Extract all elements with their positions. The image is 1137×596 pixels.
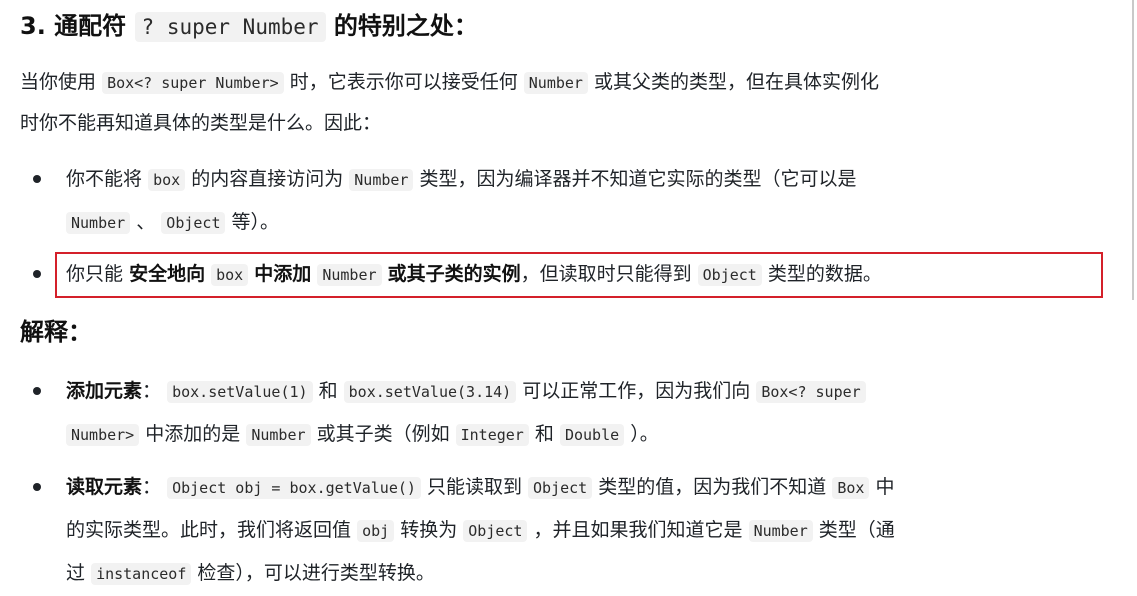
bold-text: 读取元素 (66, 476, 143, 498)
item-text: 你不能将 (66, 168, 143, 190)
item-text: ： (142, 476, 162, 498)
heading-code: ? super Number (134, 12, 326, 42)
inline-code: Number (349, 169, 414, 191)
inline-code: instanceof (91, 563, 192, 585)
item-text: 只能读取到 (426, 476, 522, 498)
inline-code: Box (832, 477, 870, 499)
section-heading: 3. 通配符 ? super Number 的特别之处： (20, 6, 478, 47)
inline-code: box.setValue(1) (167, 381, 313, 403)
item-text: ： (142, 380, 162, 402)
inline-code: Integer (455, 424, 529, 446)
inline-code: Number> (66, 424, 140, 446)
item-text: 过 (66, 562, 86, 584)
inline-code: Number (246, 424, 311, 446)
bullet-icon (33, 483, 41, 491)
item-text: 转换为 (400, 519, 458, 541)
intro-text: 当你使用 (20, 71, 97, 93)
item-text: 或其子类（例如 (316, 423, 450, 445)
inline-code: Object obj = box.getValue() (167, 477, 421, 499)
inline-code: Double (559, 424, 625, 446)
item-text: 中 (875, 476, 895, 498)
inline-code: Object (463, 520, 528, 542)
heading-prefix: 3. 通配符 (20, 12, 127, 40)
item-text: 类型的值，因为我们不知道 (598, 476, 827, 498)
inline-code: Object (161, 212, 226, 234)
item-text: ）。 (630, 423, 659, 445)
intro-text: 时，它表示你可以接受任何 (289, 71, 518, 93)
item-text: 和 (534, 423, 554, 445)
item-text: 检查），可以进行类型转换。 (197, 562, 435, 584)
item-text: 和 (318, 380, 338, 402)
bold-text: 添加元素 (66, 380, 143, 402)
list-item: 读取元素： Object obj = box.getValue() 只能读取到 … (33, 466, 1116, 595)
inline-code: Box<? super (756, 381, 866, 403)
bullet-icon (33, 387, 41, 395)
item-text: 可以正常工作，因为我们向 (522, 380, 751, 402)
list-item: 你不能将 box 的内容直接访问为 Number 类型，因为编译器并不知道它实际… (33, 158, 1116, 244)
bullet-icon (33, 175, 41, 183)
inline-code: Number (523, 72, 588, 94)
item-text: 中添加的是 (145, 423, 241, 445)
item-text: 的实际类型。此时，我们将返回值 (66, 519, 352, 541)
inline-code: obj (357, 520, 395, 542)
item-text: 等）。 (231, 211, 280, 233)
item-text: 类型（通 (818, 519, 895, 541)
inline-code: Box<? super Number> (102, 72, 284, 94)
item-text: 、 (136, 211, 156, 233)
inline-code: Number (66, 212, 131, 234)
explain-heading: 解释： (20, 318, 92, 346)
inline-code: Number (748, 520, 813, 542)
item-text: 类型，因为编译器并不知道它实际的类型（它可以是 (419, 168, 857, 190)
item-text: 的内容直接访问为 (191, 168, 344, 190)
inline-code: box.setValue(3.14) (343, 381, 517, 403)
heading-suffix: 的特别之处： (333, 12, 478, 40)
list-item: 添加元素： box.setValue(1) 和 box.setValue(3.1… (33, 370, 1116, 456)
bullet-icon (33, 270, 41, 278)
item-text: ，并且如果我们知道它是 (533, 519, 743, 541)
intro-text: 或其父类的类型，但在具体实例化 (594, 71, 880, 93)
highlight-box (55, 252, 1103, 298)
inline-code: Object (528, 477, 593, 499)
inline-code: box (148, 169, 186, 191)
scrollbar[interactable] (1132, 0, 1134, 300)
intro-paragraph: 当你使用 Box<? super Number> 时，它表示你可以接受任何 Nu… (20, 62, 1115, 143)
intro-text: 时你不能再知道具体的类型是什么。因此： (20, 112, 382, 134)
